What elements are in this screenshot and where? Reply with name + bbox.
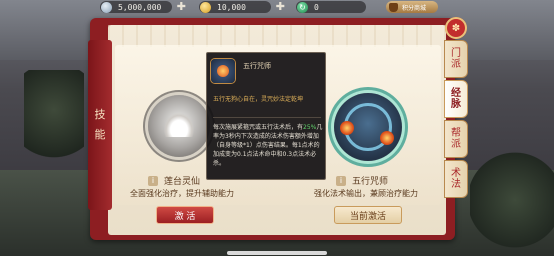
- tooltip-body-text: 每次施展紧箍咒或五行法术后，有: [213, 124, 304, 131]
- jade-icon: ↻: [297, 1, 308, 13]
- tab-label: 法: [451, 179, 461, 190]
- tab-label: 门: [451, 48, 461, 59]
- info-icon[interactable]: i: [148, 175, 158, 186]
- bag-icon: [389, 2, 398, 12]
- tab-label: 术: [451, 168, 461, 179]
- points-shop-button[interactable]: 积分商城: [386, 1, 438, 13]
- info-icon[interactable]: i: [336, 175, 346, 186]
- tab-label: 经: [451, 88, 461, 99]
- points-shop-label: 积分商城: [402, 4, 427, 12]
- tooltip-chance-value: 25%: [303, 124, 317, 131]
- five-element-skill-orb[interactable]: [334, 93, 402, 161]
- skill-name: 莲台灵仙: [164, 177, 201, 187]
- fire-orb-icon: [380, 131, 394, 145]
- five-element-skill-icon: [211, 59, 235, 83]
- tab-label: 派: [451, 139, 461, 150]
- skill-description: 强化法术输出，兼顾治疗能力: [314, 189, 418, 198]
- jade-currency: ↻ 0: [296, 1, 366, 13]
- knot-icon: ✽: [451, 22, 461, 34]
- tree: [470, 150, 554, 250]
- tab-guild[interactable]: 帮 派: [444, 120, 468, 158]
- side-tabs: 门 派 经 脉 帮 派 术 法: [444, 40, 468, 200]
- activate-button[interactable]: 激 活: [156, 206, 214, 224]
- tab-label: 帮: [451, 128, 461, 139]
- tab-school[interactable]: 门 派: [444, 40, 468, 78]
- home-indicator[interactable]: [227, 251, 327, 255]
- panel-title-char: 能: [94, 128, 106, 141]
- lotus-skill-name-row: i 莲台灵仙: [148, 174, 200, 187]
- tooltip-divider: [213, 117, 321, 118]
- five-element-skill-name-row: i 五行咒师: [336, 174, 388, 187]
- tooltip-skill-name: 五行咒师: [243, 62, 271, 70]
- silver-coin-icon: [101, 1, 112, 13]
- paper-pattern: [108, 25, 446, 47]
- lotus-icon: [164, 113, 194, 137]
- jade-amount: 0: [314, 2, 319, 12]
- panel-title: 技 能: [88, 40, 112, 210]
- add-gold-button[interactable]: ✚: [276, 1, 285, 13]
- silver-amount: 5,000,000: [118, 2, 162, 12]
- tree: [24, 70, 84, 170]
- fire-orb-icon: [340, 121, 354, 135]
- gold-currency: 10,000 ✚: [199, 1, 285, 13]
- currently-active-button[interactable]: 当前激活: [334, 206, 402, 224]
- lotus-skill-orb[interactable]: [148, 95, 210, 157]
- skill-tooltip: 五行咒师 五行无狗心自在，灵咒妙法定乾坤 每次施展紧箍咒或五行法术后，有25%几…: [206, 52, 326, 180]
- currency-bar: 5,000,000 ✚ 10,000 ✚ ↻ 0 积分商城: [0, 0, 554, 14]
- tab-label: 脉: [451, 99, 461, 110]
- tab-label: 派: [451, 59, 461, 70]
- tooltip-body: 每次施展紧箍咒或五行法术后，有25%几率为3秒内下次造成的法术伤害额外增加（自身…: [213, 123, 323, 168]
- add-silver-button[interactable]: ✚: [177, 1, 186, 13]
- tab-meridians[interactable]: 经 脉: [444, 80, 468, 118]
- tooltip-flavor-text: 五行无狗心自在，灵咒妙法定乾坤: [213, 96, 304, 103]
- tab-spells[interactable]: 术 法: [444, 160, 468, 198]
- panel-title-char: 技: [94, 108, 106, 121]
- skill-name: 五行咒师: [352, 177, 389, 187]
- skill-description: 全面强化治疗，提升辅助能力: [130, 189, 234, 198]
- silver-currency: 5,000,000 ✚: [100, 1, 186, 13]
- gold-amount: 10,000: [217, 2, 246, 12]
- close-button[interactable]: ✽: [445, 17, 467, 39]
- gold-coin-icon: [200, 1, 211, 13]
